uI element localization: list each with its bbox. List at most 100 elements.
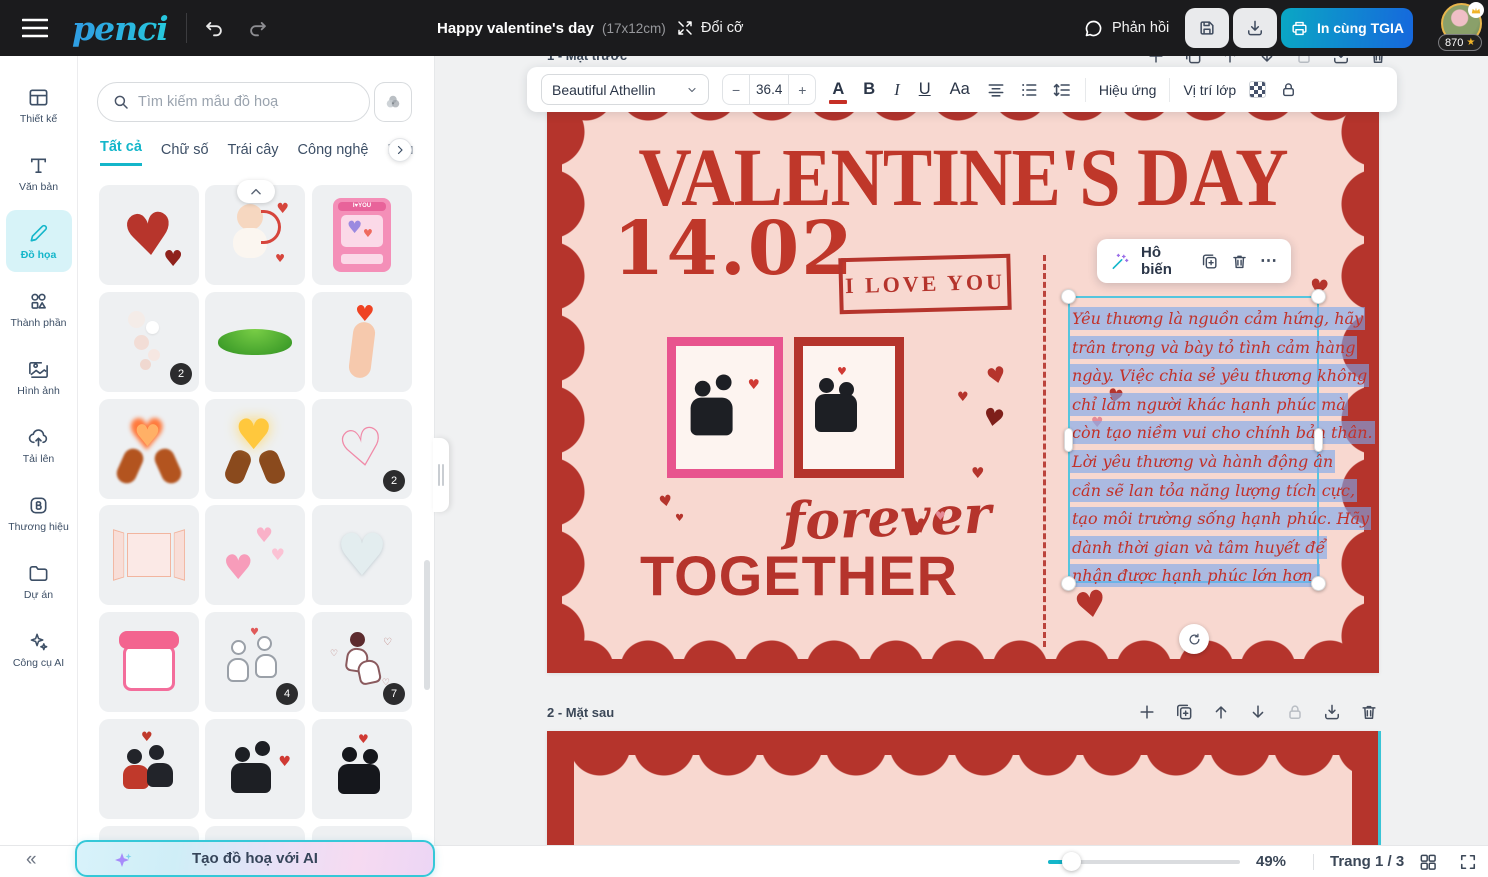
tab-technology[interactable]: Công nghệ	[298, 142, 369, 166]
lock-button[interactable]	[1279, 80, 1298, 99]
increase-font-button[interactable]: +	[789, 82, 815, 98]
generate-graphics-ai-button[interactable]: Tạo đồ hoạ với AI	[75, 840, 435, 877]
graphic-tile-heart-paper[interactable]: ♥ ♥	[99, 185, 199, 285]
move-up-icon[interactable]	[1211, 702, 1231, 722]
sidebar-item-brand[interactable]: Thương hiệu	[6, 482, 72, 544]
tab-numbers[interactable]: Chữ số	[161, 142, 209, 166]
graphic-tile-couple-hug-black[interactable]: ♥	[205, 719, 305, 819]
align-button[interactable]	[986, 80, 1006, 100]
redo-icon[interactable]	[247, 0, 269, 56]
line-spacing-button[interactable]	[1052, 80, 1072, 100]
move-down-icon[interactable]	[1257, 56, 1277, 66]
undo-icon[interactable]	[203, 0, 225, 56]
tabs-scroll-right-button[interactable]	[388, 138, 412, 162]
sidebar-item-components[interactable]: Thành phần	[6, 278, 72, 340]
font-size-value[interactable]: 36.4	[749, 75, 789, 104]
graphic-tile-pink-gift-box[interactable]	[99, 612, 199, 712]
graphic-tile-hand-holding-heart[interactable]: ♥	[312, 292, 412, 392]
download-page-icon[interactable]	[1322, 702, 1342, 722]
sidebar-item-text[interactable]: Văn bản	[6, 142, 72, 204]
panel-resize-handle[interactable]	[433, 438, 449, 512]
resize-handle-bottom-right[interactable]	[1311, 576, 1326, 591]
font-select[interactable]: Beautiful Athellin	[541, 74, 709, 105]
canvas-area[interactable]: 1 - Mặt trước Beautiful Athellin − 36.4 …	[435, 56, 1488, 845]
sidebar-item-ai-tools[interactable]: Công cụ AI	[6, 618, 72, 680]
duplicate-page-icon[interactable]	[1183, 56, 1203, 66]
graphic-tile-couple-walking-sketch[interactable]: ♡ ♡ ♡ 7	[312, 612, 412, 712]
sidebar-item-graphics[interactable]: Đồ họa	[6, 210, 72, 272]
collapse-panel-button[interactable]: «	[26, 849, 37, 871]
resize-handle-left[interactable]	[1064, 428, 1073, 452]
collapse-results-button[interactable]	[237, 180, 275, 203]
graphic-tile-ribbon-heart[interactable]: ♡ 2	[312, 399, 412, 499]
resize-handle-right[interactable]	[1314, 428, 1323, 452]
tab-all[interactable]: Tất cả	[100, 139, 142, 166]
graphic-tile-glass-heart[interactable]: ♥	[312, 505, 412, 605]
italic-button[interactable]: I	[891, 78, 903, 102]
rotate-handle[interactable]	[1179, 624, 1209, 654]
document-title[interactable]: Happy valentine's day	[437, 20, 594, 37]
graphic-tile-couple-hug-red[interactable]: ♥	[99, 719, 199, 819]
add-page-icon[interactable]	[1137, 702, 1157, 722]
sidebar-item-design[interactable]: Thiết kế	[6, 74, 72, 136]
resize-handle-top-right[interactable]	[1311, 289, 1326, 304]
transparency-button[interactable]	[1249, 81, 1266, 98]
graphic-tile-couple-sketch[interactable]: ♥ 4	[205, 612, 305, 712]
panel-scrollbar[interactable]	[424, 560, 430, 690]
more-options-button[interactable]: ⋯	[1260, 251, 1278, 271]
sidebar-item-uploads[interactable]: Tải lên	[6, 414, 72, 476]
sidebar-item-images[interactable]: Hình ảnh	[6, 346, 72, 408]
card-front-page[interactable]: VALENTINE'S DAY 14.02 I LOVE YOU ♥	[547, 88, 1379, 673]
tab-fruit[interactable]: Trái cây	[228, 142, 279, 166]
zoom-slider-handle[interactable]	[1062, 852, 1081, 871]
decrease-font-button[interactable]: −	[723, 82, 749, 98]
color-filter-button[interactable]	[374, 82, 412, 122]
duplicate-element-button[interactable]	[1200, 252, 1219, 271]
card-date-text[interactable]: 14.02	[613, 206, 855, 292]
add-page-icon[interactable]	[1146, 56, 1166, 66]
couple-stamp-red[interactable]: ♥	[794, 337, 904, 478]
lock-page-icon[interactable]	[1285, 702, 1305, 722]
graphic-tile-hands-orange-glow-heart[interactable]: ♥ ♥	[99, 399, 199, 499]
print-button[interactable]: In cùng TGIA	[1281, 8, 1413, 48]
resize-handle-bottom-left[interactable]	[1061, 576, 1076, 591]
delete-element-button[interactable]	[1230, 252, 1249, 271]
list-button[interactable]	[1019, 80, 1039, 100]
download-button[interactable]	[1233, 8, 1277, 48]
credits-badge[interactable]: 870 ★	[1438, 34, 1482, 51]
save-button[interactable]	[1185, 8, 1229, 48]
resize-button[interactable]: Đổi cỡ	[676, 0, 744, 56]
text-color-button[interactable]: A	[829, 78, 847, 101]
fullscreen-button[interactable]	[1458, 852, 1478, 872]
graphic-tile-bubble-hearts[interactable]: ♥ ♥ ♥	[205, 505, 305, 605]
feedback-button[interactable]: Phản hồi	[1083, 0, 1169, 56]
graphic-tile-couple-hug-dark[interactable]: ♥	[312, 719, 412, 819]
i-love-you-stamp[interactable]: I LOVE YOU	[838, 254, 1011, 314]
sidebar-item-projects[interactable]: Dự án	[6, 550, 72, 612]
download-page-icon[interactable]	[1331, 56, 1351, 66]
resize-handle-top-left[interactable]	[1061, 289, 1076, 304]
move-down-icon[interactable]	[1248, 702, 1268, 722]
font-size-stepper[interactable]: − 36.4 +	[722, 74, 816, 105]
card-back-page[interactable]: Em không biết phải bắt đầu như thế nào, …	[547, 731, 1379, 845]
duplicate-page-icon[interactable]	[1174, 702, 1194, 722]
page-2-label[interactable]: 2 - Mặt sau	[547, 705, 614, 720]
delete-page-icon[interactable]	[1368, 56, 1388, 66]
couple-stamp-pink[interactable]: ♥	[667, 337, 783, 478]
underline-button[interactable]: U	[916, 78, 934, 101]
graphic-tile-hands-golden-heart[interactable]: ♥	[205, 399, 305, 499]
page-1-label[interactable]: 1 - Mặt trước	[547, 56, 627, 65]
move-up-icon[interactable]	[1220, 56, 1240, 66]
graphic-tile-grass-mound[interactable]	[205, 292, 305, 392]
menu-icon[interactable]	[22, 0, 48, 56]
effects-button[interactable]: Hiệu ứng	[1099, 82, 1157, 98]
lock-page-icon[interactable]	[1294, 56, 1314, 66]
graphic-tile-pearl-balloons[interactable]: 2	[99, 292, 199, 392]
search-input[interactable]	[138, 94, 328, 110]
text-case-button[interactable]: Aa	[947, 78, 973, 101]
penci-logo[interactable]: penci	[72, 0, 168, 56]
delete-page-icon[interactable]	[1359, 702, 1379, 722]
pages-grid-button[interactable]	[1418, 852, 1438, 872]
bold-button[interactable]: B	[860, 78, 878, 101]
layer-position-button[interactable]: Vị trí lớp	[1183, 82, 1236, 98]
